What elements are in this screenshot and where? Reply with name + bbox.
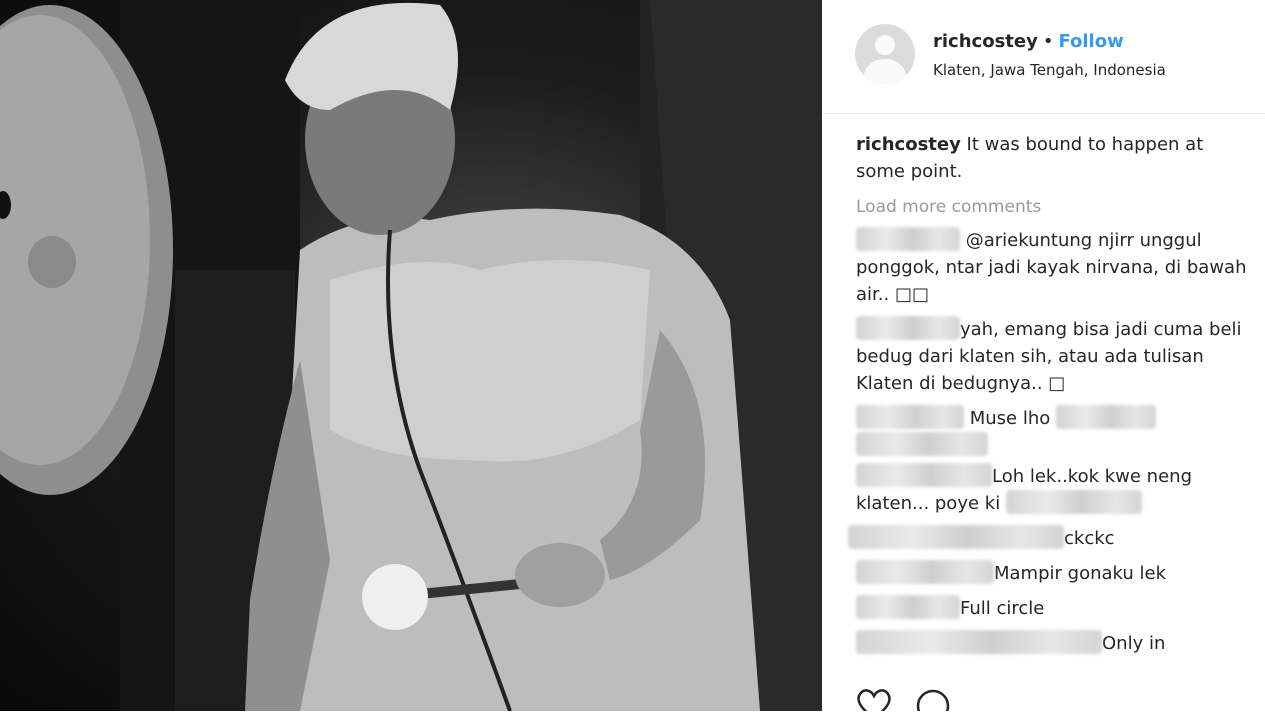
load-more-comments-link[interactable]: Load more comments (856, 194, 1256, 221)
blurred-username (856, 463, 992, 487)
comment-item: Only in (856, 630, 1256, 657)
blurred-username (856, 227, 960, 251)
post-side-panel: richcostey • Follow Klaten, Jawa Tengah, I… (822, 0, 1265, 715)
comment-item: Full circle (856, 595, 1256, 622)
blurred-text (1056, 405, 1157, 429)
location-link[interactable]: Klaten, Jawa Tengah, Indonesia (933, 61, 1166, 79)
blurred-username (856, 316, 960, 340)
blurred-username (856, 595, 960, 619)
comment-text: Only in (1102, 633, 1166, 654)
comment-text: Mampir gonaku lek (994, 563, 1167, 584)
comment-item: Loh lek..kok kwe neng klaten... poye ki (856, 463, 1256, 517)
follow-button[interactable]: Follow (1058, 31, 1123, 52)
caption: richcostey It was bound to happen at som… (856, 131, 1256, 185)
comment-item: yah, emang bisa jadi cuma beli bedug dar… (856, 316, 1256, 397)
comment-text: Full circle (960, 598, 1045, 619)
comment-item: Muse lho (856, 405, 1256, 459)
blurred-username (848, 525, 1064, 549)
blurred-text (856, 432, 988, 456)
separator-dot: • (1042, 31, 1054, 52)
comment-item: ckckc (848, 525, 1256, 552)
comment-item: Mampir gonaku lek (856, 560, 1256, 587)
post-header: richcostey • Follow Klaten, Jawa Tengah, I… (822, 0, 1265, 114)
user-row: richcostey • Follow (933, 31, 1124, 52)
photo-illustration (0, 0, 822, 711)
blurred-text (1005, 490, 1142, 514)
blurred-username (856, 630, 1102, 654)
username-link[interactable]: richcostey (933, 31, 1038, 52)
comment-text: ckckc (1064, 528, 1115, 549)
comment-text: Muse lho (969, 408, 1051, 429)
comments-list: richcostey It was bound to happen at som… (848, 131, 1256, 657)
blurred-username (856, 560, 994, 584)
action-bar (856, 688, 1056, 715)
blurred-username (856, 405, 964, 429)
comment-item: @ariekuntung njirr unggul ponggok, ntar … (856, 227, 1256, 308)
post-photo[interactable] (0, 0, 822, 711)
avatar-placeholder-icon[interactable] (855, 24, 915, 84)
caption-username[interactable]: richcostey (856, 134, 961, 155)
